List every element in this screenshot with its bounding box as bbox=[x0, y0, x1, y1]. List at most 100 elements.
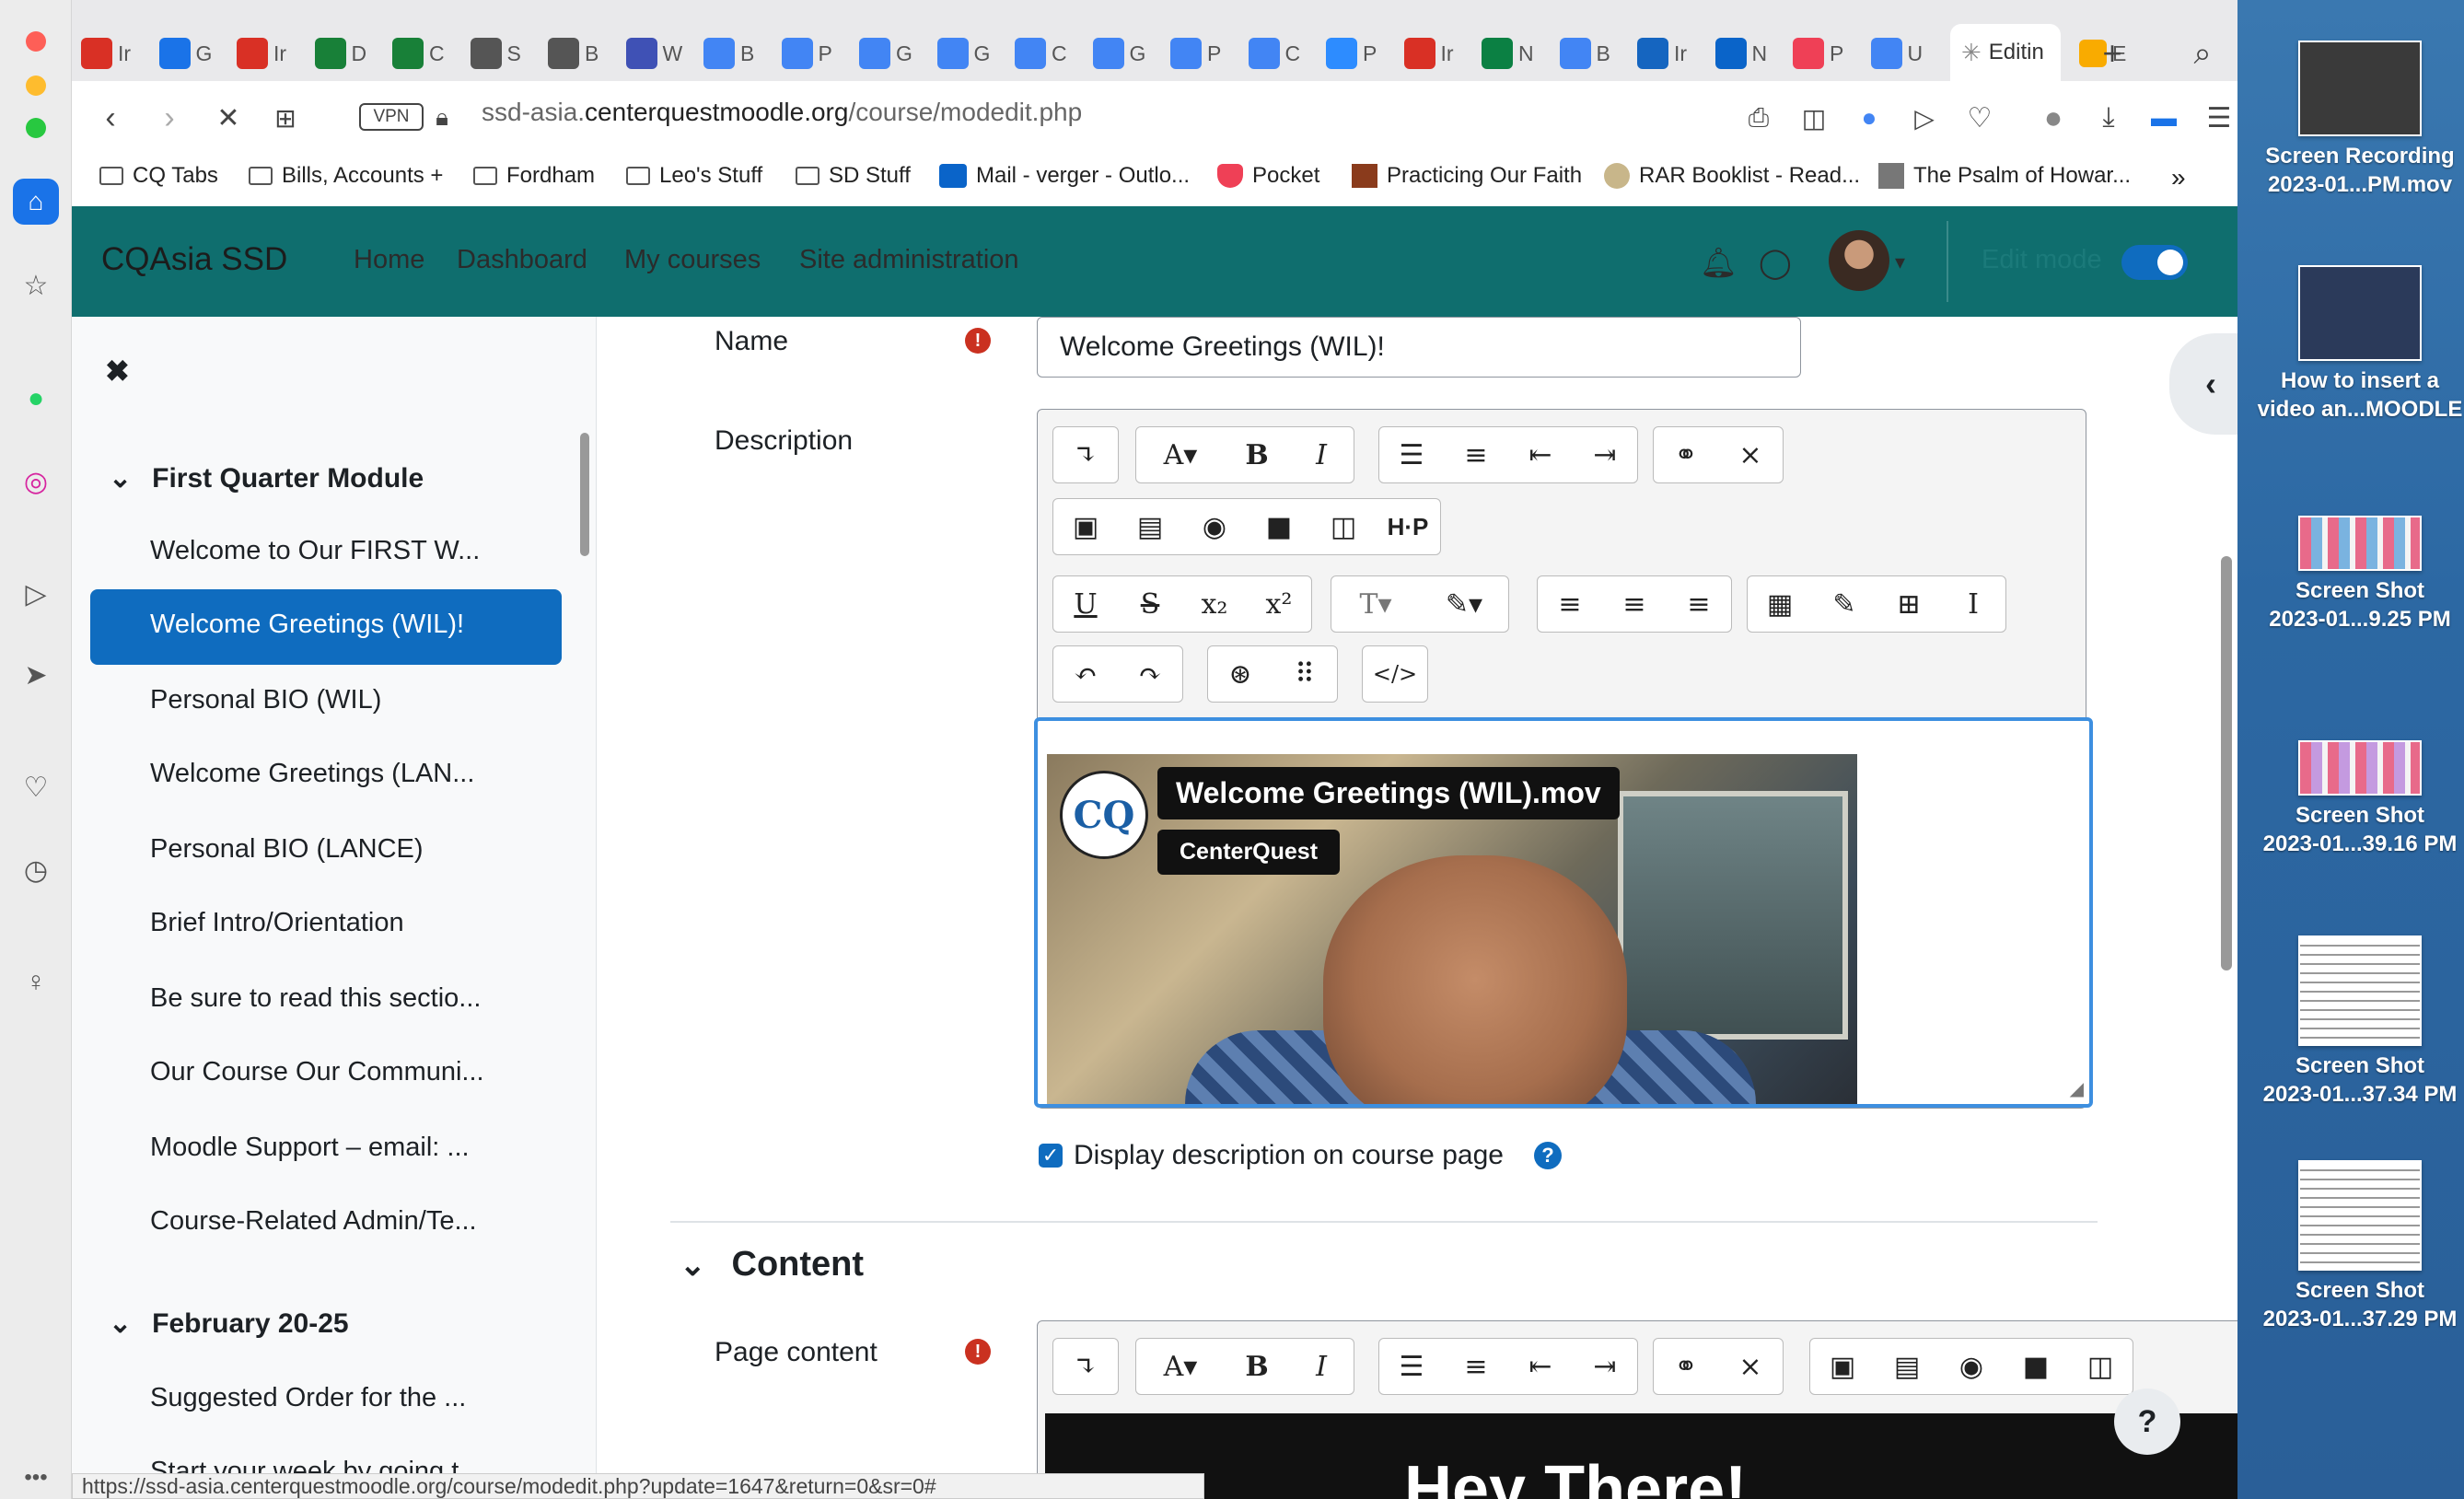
tab[interactable]: Ir bbox=[1637, 28, 1687, 79]
instagram-icon[interactable]: ◎ bbox=[13, 459, 59, 505]
desktop-file[interactable]: Screen Shot 2023-01...37.29 PM bbox=[2256, 1160, 2464, 1333]
page-content-area[interactable]: Hey There! bbox=[1045, 1413, 2237, 1499]
clock-icon[interactable]: ◷ bbox=[13, 847, 59, 893]
course-index-item[interactable]: Suggested Order for the ... bbox=[150, 1383, 466, 1413]
star-icon[interactable]: ☆ bbox=[13, 262, 59, 308]
accessibility-icon[interactable]: ⊛ bbox=[1208, 646, 1273, 702]
close-window-button[interactable] bbox=[26, 31, 46, 52]
paragraph-style-icon[interactable]: A▾ bbox=[1136, 1339, 1225, 1394]
desktop-file[interactable]: Screen Shot 2023-01...39.16 PM bbox=[2256, 740, 2464, 858]
indent-icon[interactable]: ⇥ bbox=[1573, 1339, 1637, 1394]
bookmark-link[interactable]: RAR Booklist - Read... bbox=[1604, 163, 1860, 189]
extension-icon[interactable]: ● bbox=[1849, 98, 1889, 138]
resize-handle-icon[interactable]: ◢ bbox=[2070, 1077, 2084, 1100]
tab[interactable]: Ir bbox=[237, 28, 286, 79]
back-button[interactable]: ‹ bbox=[90, 98, 131, 138]
tab[interactable]: B bbox=[703, 28, 754, 79]
nav-my-courses[interactable]: My courses bbox=[624, 245, 761, 275]
tab[interactable]: D bbox=[314, 28, 366, 79]
outdent-icon[interactable]: ⇤ bbox=[1508, 427, 1573, 482]
tab[interactable]: C bbox=[1015, 28, 1067, 79]
superscript-icon[interactable]: x² bbox=[1247, 576, 1311, 632]
underline-icon[interactable]: U bbox=[1053, 576, 1118, 632]
camera-icon[interactable]: ◫ bbox=[1794, 98, 1834, 138]
screenreader-icon[interactable]: ⠿ bbox=[1273, 646, 1337, 702]
heart-icon[interactable]: ♡ bbox=[1959, 98, 2000, 138]
tab[interactable]: U bbox=[1870, 28, 1923, 79]
course-index-item[interactable]: Be sure to read this sectio... bbox=[150, 983, 481, 1014]
section-first-quarter[interactable]: ⌄ First Quarter Module bbox=[109, 462, 424, 494]
download-icon[interactable]: ⤓ bbox=[2088, 98, 2129, 138]
more-bookmarks-icon[interactable]: » bbox=[2171, 163, 2186, 192]
font-style-icon[interactable]: T▾ bbox=[1331, 576, 1420, 632]
tab[interactable]: P bbox=[1326, 28, 1377, 79]
url-field[interactable]: ssd-asia.centerquestmoodle.org/course/mo… bbox=[482, 98, 1082, 127]
calculator-icon[interactable]: ▦ bbox=[1748, 576, 1812, 632]
course-index-item[interactable]: Personal BIO (WIL) bbox=[150, 685, 381, 715]
redo-icon[interactable]: ↷ bbox=[1118, 646, 1182, 702]
link-icon[interactable]: ⚭ bbox=[1654, 427, 1718, 482]
desktop-file[interactable]: Screen Shot 2023-01...37.34 PM bbox=[2256, 935, 2464, 1109]
course-index-item[interactable]: Welcome to Our FIRST W... bbox=[150, 536, 480, 566]
display-description-checkbox[interactable]: ✓ bbox=[1039, 1144, 1063, 1168]
maximize-window-button[interactable] bbox=[26, 118, 46, 138]
battery-icon[interactable]: ▬ bbox=[2144, 98, 2184, 138]
bookmark-link[interactable]: The Psalm of Howar... bbox=[1878, 163, 2131, 189]
microphone-icon[interactable]: ◉ bbox=[1182, 499, 1247, 554]
tab[interactable]: N bbox=[1714, 28, 1767, 79]
close-drawer-button[interactable]: ✖ bbox=[105, 354, 130, 389]
new-tab-button[interactable]: + bbox=[2092, 33, 2133, 74]
tab[interactable]: B bbox=[548, 28, 599, 79]
media-icon[interactable]: ▤ bbox=[1118, 499, 1182, 554]
tab[interactable]: G bbox=[859, 28, 912, 79]
font-color-icon[interactable]: ✎▾ bbox=[1420, 576, 1508, 632]
toolbar-toggle-icon[interactable]: ↴ bbox=[1053, 1339, 1118, 1394]
name-input[interactable] bbox=[1037, 317, 1801, 378]
tab[interactable]: W bbox=[625, 28, 682, 79]
tab[interactable]: C bbox=[392, 28, 445, 79]
bookmark-link[interactable]: Practicing Our Faith bbox=[1352, 163, 1582, 189]
nav-site-administration[interactable]: Site administration bbox=[799, 245, 1019, 275]
cursor-text-icon[interactable]: I bbox=[1941, 576, 2005, 632]
outdent-icon[interactable]: ⇤ bbox=[1508, 1339, 1573, 1394]
bookmark-folder[interactable]: SD Stuff bbox=[796, 163, 911, 189]
description-content-area[interactable]: CQ Welcome Greetings (WIL).mov CenterQue… bbox=[1034, 717, 2093, 1108]
toolbar-toggle-icon[interactable]: ↴ bbox=[1053, 427, 1118, 482]
heart-icon[interactable]: ♡ bbox=[13, 764, 59, 810]
send-icon[interactable]: ▷ bbox=[1904, 98, 1945, 138]
stop-loading-button[interactable]: ✕ bbox=[208, 98, 249, 138]
tab[interactable]: P bbox=[1170, 28, 1221, 79]
align-center-icon[interactable]: ≡ bbox=[1602, 576, 1667, 632]
edit-mode-toggle[interactable] bbox=[2121, 245, 2188, 280]
snapshot-icon[interactable]: ⎙ bbox=[1738, 98, 1779, 138]
indent-icon[interactable]: ⇥ bbox=[1573, 427, 1637, 482]
paragraph-style-icon[interactable]: A▾ bbox=[1136, 427, 1225, 482]
bookmark-link[interactable]: Pocket bbox=[1217, 163, 1319, 189]
html-code-icon[interactable]: </> bbox=[1363, 646, 1427, 702]
more-icon[interactable]: ••• bbox=[13, 1455, 59, 1499]
bullet-list-icon[interactable]: ☰ bbox=[1379, 1339, 1444, 1394]
lock-icon[interactable]: 🔒︎ bbox=[422, 98, 462, 138]
table-icon[interactable]: ⊞ bbox=[1877, 576, 1941, 632]
image-icon[interactable]: ▣ bbox=[1053, 499, 1118, 554]
italic-icon[interactable]: I bbox=[1289, 427, 1354, 482]
nav-dashboard[interactable]: Dashboard bbox=[457, 245, 587, 275]
subscript-icon[interactable]: x₂ bbox=[1182, 576, 1247, 632]
tab[interactable]: G bbox=[158, 28, 212, 79]
whatsapp-icon[interactable]: ● bbox=[13, 376, 59, 422]
site-brand[interactable]: CQAsia SSD bbox=[101, 241, 287, 278]
avatar[interactable] bbox=[1829, 230, 1889, 291]
undo-icon[interactable]: ↶ bbox=[1053, 646, 1118, 702]
course-index-item[interactable]: Our Course Our Communi... bbox=[150, 1057, 484, 1087]
lightbulb-icon[interactable]: ♀ bbox=[13, 959, 59, 1005]
embedded-video[interactable]: CQ Welcome Greetings (WIL).mov CenterQue… bbox=[1047, 754, 1857, 1104]
forward-button[interactable]: › bbox=[149, 98, 190, 138]
manage-files-icon[interactable]: ◫ bbox=[1311, 499, 1376, 554]
minimize-window-button[interactable] bbox=[26, 76, 46, 96]
tab-active[interactable]: ✳ Editin bbox=[1950, 24, 2061, 81]
tab[interactable]: N bbox=[1482, 28, 1534, 79]
vpn-badge[interactable]: VPN bbox=[359, 103, 424, 131]
bullet-list-icon[interactable]: ☰ bbox=[1379, 427, 1444, 482]
course-index-item[interactable]: Brief Intro/Orientation bbox=[150, 908, 404, 938]
unlink-icon[interactable]: ⨯ bbox=[1718, 427, 1783, 482]
